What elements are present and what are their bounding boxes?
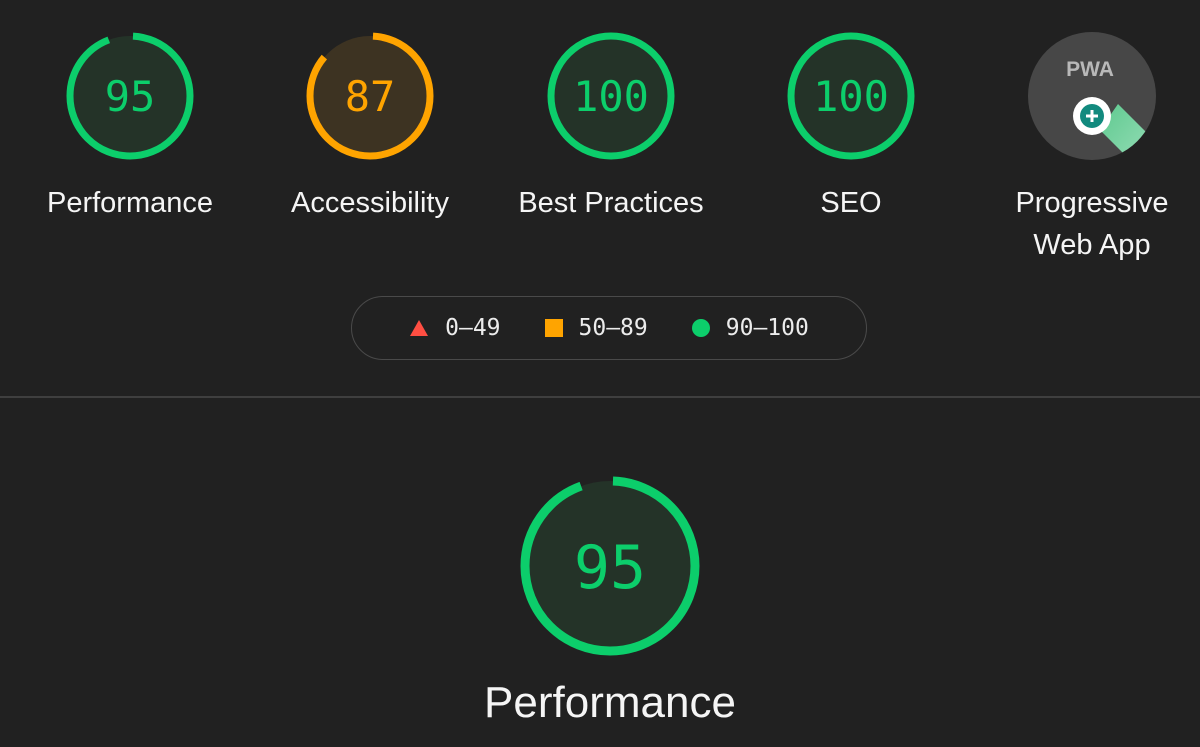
gauge-score-best-practices: 100: [573, 72, 649, 121]
legend-item-pass: 90–100: [691, 315, 809, 341]
pwa-badge-text: PWA: [1066, 58, 1114, 81]
gauge-score-accessibility: 87: [345, 72, 396, 121]
gauge-ring-performance: 95: [66, 32, 194, 160]
fail-triangle-icon: [410, 320, 429, 336]
gauge-ring-accessibility: 87: [306, 32, 434, 160]
performance-detail-gauge: 95 Performance: [480, 474, 740, 730]
gauge-label-performance: Performance: [46, 187, 213, 219]
gauge-label-accessibility: Accessibility: [291, 187, 449, 219]
legend-label-fail: 0–49: [445, 315, 501, 341]
performance-detail-score: 95: [574, 533, 646, 603]
category-gauges: 95 Performance 87 Accessibility 100 Best…: [0, 0, 1200, 280]
gauge-performance[interactable]: 95 Performance: [10, 30, 250, 224]
legend-item-fail: 0–49: [409, 315, 501, 341]
gauge-seo[interactable]: 100 SEO: [731, 30, 971, 224]
average-square-icon: [544, 319, 563, 337]
score-scale-legend: 0–49 50–89 90–100: [351, 296, 867, 360]
performance-detail-title: Performance: [484, 678, 736, 727]
gauge-accessibility[interactable]: 87 Accessibility: [250, 30, 490, 224]
pass-circle-icon: [691, 319, 710, 337]
section-divider: [0, 396, 1200, 398]
gauge-label-pwa-line1: Progressive: [1015, 187, 1169, 219]
gauge-label-best-practices: Best Practices: [518, 187, 704, 219]
gauge-score-performance: 95: [105, 72, 156, 121]
gauge-best-practices[interactable]: 100 Best Practices: [491, 30, 731, 224]
legend-item-average: 50–89: [544, 315, 648, 341]
legend-label-average: 50–89: [578, 315, 648, 341]
gauge-label-pwa-line2: Web App: [1033, 229, 1151, 261]
legend-label-pass: 90–100: [725, 315, 809, 341]
gauge-score-seo: 100: [813, 72, 889, 121]
pwa-badge-icon: PWA: [1028, 32, 1156, 160]
gauge-ring-best-practices: 100: [547, 32, 675, 160]
performance-detail-ring: 95: [520, 476, 700, 656]
gauge-label-seo: SEO: [820, 187, 882, 219]
gauge-label-pwa: Progressive Web App: [972, 182, 1200, 266]
gauge-pwa[interactable]: PWA Progressive Web App: [972, 30, 1200, 266]
gauge-ring-seo: 100: [787, 32, 915, 160]
